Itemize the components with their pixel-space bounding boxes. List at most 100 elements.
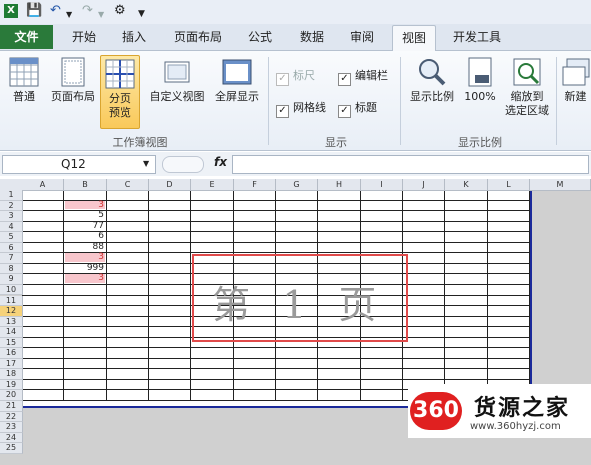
zoom-selection-icon [513, 58, 541, 86]
row-header[interactable]: 1 [0, 190, 23, 201]
column-header[interactable]: K [445, 179, 488, 191]
grid-line [22, 347, 530, 349]
cell-value[interactable]: 3 [65, 274, 105, 283]
column-header[interactable]: B [64, 179, 107, 191]
undo-icon[interactable]: ↶ [50, 3, 61, 19]
insert-function-icon[interactable]: fx [214, 155, 227, 169]
row-header[interactable]: 9 [0, 274, 23, 285]
row-header[interactable]: 10 [0, 284, 23, 296]
column-header[interactable]: E [191, 179, 234, 191]
custom-views-button[interactable]: 自定义视图 [146, 57, 208, 104]
row-header[interactable]: 12 [0, 306, 23, 317]
row-header[interactable]: 13 [0, 316, 23, 328]
row-header[interactable]: 23 [0, 422, 23, 433]
tools-icon[interactable]: ⚙ [114, 3, 126, 19]
new-window-button[interactable]: 新建 [560, 57, 591, 104]
redo-dropdown-icon[interactable]: ▼ [98, 7, 104, 23]
ruler-checkbox[interactable]: ✓ 标尺 [276, 69, 315, 86]
cell-value[interactable]: 6 [65, 232, 105, 241]
zoom-100-button[interactable]: 100% [460, 57, 500, 104]
customize-toolbar-icon[interactable]: ▼ [138, 6, 145, 22]
column-header[interactable]: G [276, 179, 318, 191]
logo-badge: 360 [410, 392, 462, 430]
row-header[interactable]: 19 [0, 379, 23, 391]
undo-dropdown-icon[interactable]: ▼ [66, 7, 72, 23]
column-header[interactable]: H [318, 179, 361, 191]
row-header[interactable]: 16 [0, 348, 23, 359]
full-screen-icon [222, 59, 252, 85]
row-header[interactable]: 6 [0, 242, 23, 254]
row-header[interactable]: 21 [0, 401, 23, 412]
grid-line [148, 190, 149, 401]
column-header[interactable]: C [107, 179, 149, 191]
gridlines-label: 网格线 [293, 101, 326, 114]
group-separator [556, 57, 557, 145]
cell-value[interactable]: 5 [65, 211, 105, 220]
save-icon[interactable]: 💾 [26, 3, 42, 19]
zoom-selection-label-2: 选定区域 [505, 104, 549, 117]
grid-line [22, 378, 530, 380]
row-header[interactable]: 4 [0, 221, 23, 233]
zoom-button[interactable]: 显示比例 [406, 57, 458, 104]
row-header[interactable]: 8 [0, 263, 23, 275]
name-box[interactable]: Q12 ▼ [2, 155, 156, 174]
row-header[interactable]: 17 [0, 358, 23, 370]
cell-value[interactable]: 77 [65, 221, 105, 231]
row-header[interactable]: 20 [0, 390, 23, 401]
row-header[interactable]: 2 [0, 200, 23, 212]
zoom-selection-label-1: 缩放到 [510, 90, 544, 103]
zoom-to-selection-button[interactable]: 缩放到 选定区域 [502, 57, 552, 118]
full-screen-label: 全屏显示 [215, 90, 259, 103]
row-header[interactable]: 18 [0, 369, 23, 380]
column-header[interactable]: L [488, 179, 530, 191]
full-screen-button[interactable]: 全屏显示 [210, 57, 264, 104]
cell-value[interactable]: 3 [65, 253, 105, 262]
page-layout-view-button[interactable]: 页面布局 [48, 57, 98, 104]
column-header[interactable]: D [149, 179, 191, 191]
column-header[interactable]: J [403, 179, 445, 191]
row-header[interactable]: 11 [0, 295, 23, 307]
tab-view[interactable]: 视图 [392, 25, 436, 51]
column-header[interactable]: A [22, 179, 64, 191]
tab-file[interactable]: 文件 [0, 25, 53, 49]
name-box-dropdown-icon[interactable]: ▼ [143, 159, 149, 168]
gridlines-checkbox[interactable]: ✓ 网格线 [276, 101, 326, 118]
column-header[interactable]: F [234, 179, 276, 191]
row-header[interactable]: 25 [0, 443, 23, 454]
tab-data[interactable]: 数据 [292, 27, 332, 47]
new-window-label: 新建 [564, 90, 587, 103]
page-break-preview-button[interactable]: 分页 预览 [100, 55, 140, 129]
cell-value[interactable]: 3 [65, 200, 105, 210]
check-icon: ✓ [338, 73, 351, 86]
headings-checkbox[interactable]: ✓ 标题 [338, 101, 377, 118]
page-break-label-1: 分页 [109, 92, 131, 105]
tab-developer[interactable]: 开发工具 [446, 27, 508, 47]
row-header[interactable]: 15 [0, 337, 23, 349]
tab-insert[interactable]: 插入 [114, 27, 154, 47]
tab-home[interactable]: 开始 [64, 27, 104, 47]
row-header[interactable]: 5 [0, 232, 23, 243]
column-header[interactable]: I [361, 179, 403, 191]
row-header[interactable]: 22 [0, 411, 23, 423]
redo-icon[interactable]: ↷ [82, 3, 93, 19]
cell-value[interactable]: 999 [65, 264, 105, 273]
tab-page-layout[interactable]: 页面布局 [166, 27, 230, 47]
row-header[interactable]: 7 [0, 253, 23, 264]
grid-line [190, 190, 191, 401]
row-header[interactable]: 14 [0, 327, 23, 338]
formula-input[interactable] [232, 155, 589, 174]
custom-views-icon [164, 61, 190, 83]
formula-bar-checkbox[interactable]: ✓ 编辑栏 [338, 69, 388, 86]
tab-formulas[interactable]: 公式 [240, 27, 280, 47]
new-window-icon [562, 58, 589, 86]
row-header[interactable]: 3 [0, 211, 23, 222]
cell-value[interactable]: 88 [65, 242, 105, 252]
formula-bar-label: 编辑栏 [355, 69, 388, 82]
row-header[interactable]: 24 [0, 432, 23, 444]
page-layout-icon [61, 57, 85, 87]
tab-review[interactable]: 审阅 [342, 27, 382, 47]
normal-view-button[interactable]: 普通 [4, 57, 44, 104]
group-show-label: 显示 [325, 136, 347, 149]
column-header[interactable]: M [530, 179, 591, 191]
formula-bar-resize-handle[interactable] [162, 156, 204, 173]
